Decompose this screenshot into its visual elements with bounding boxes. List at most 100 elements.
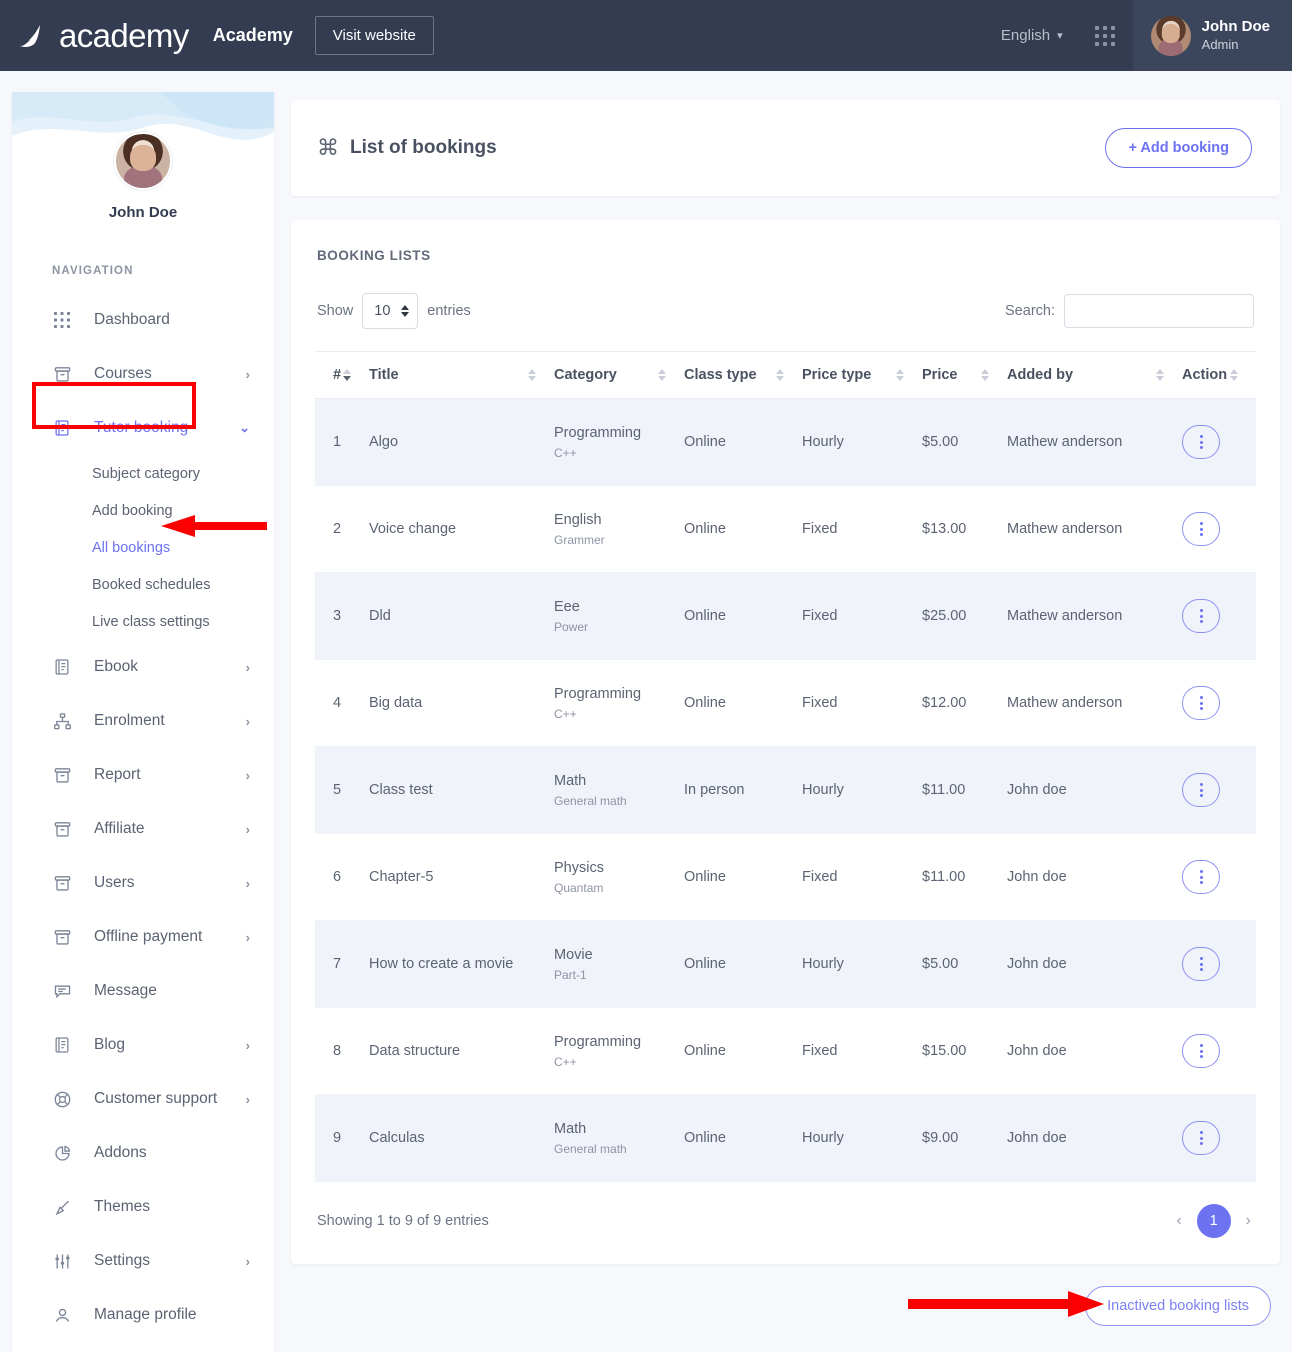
cell-added-by: John doe [1007, 1008, 1182, 1095]
sitemap-icon [52, 711, 72, 731]
row-actions-button[interactable] [1182, 512, 1220, 546]
cell-title: Voice change [369, 486, 554, 573]
sidebar-item-customer-support[interactable]: Customer support › [12, 1072, 274, 1126]
row-actions-button[interactable] [1182, 1121, 1220, 1155]
sidebar-item-label: Tutor booking [94, 419, 188, 437]
brand-logo[interactable]: academy [16, 19, 189, 53]
column-header-price-type[interactable]: Price type [802, 352, 922, 399]
sidebar-item-label: Blog [94, 1036, 125, 1054]
cell-price-type: Fixed [802, 573, 922, 660]
sidebar-item-themes[interactable]: Themes [12, 1180, 274, 1234]
sidebar-item-message[interactable]: Message [12, 964, 274, 1018]
column-header-category[interactable]: Category [554, 352, 684, 399]
apps-grid-button[interactable] [1077, 0, 1133, 71]
sidebar-item-courses[interactable]: Courses › [12, 347, 274, 401]
sidebar-item-affiliate[interactable]: Affiliate › [12, 802, 274, 856]
sidebar-item-enrolment[interactable]: Enrolment › [12, 694, 274, 748]
cell-added-by: John doe [1007, 747, 1182, 834]
pagination-next[interactable]: › [1243, 1212, 1254, 1230]
column-header-number[interactable]: # [315, 352, 369, 399]
cell-action [1182, 1008, 1256, 1095]
sidebar-item-offline-payment[interactable]: Offline payment › [12, 910, 274, 964]
sidebar-submenu-tutor-booking: Subject category Add booking All booking… [12, 455, 274, 640]
column-label: # [333, 367, 341, 383]
row-actions-button[interactable] [1182, 686, 1220, 720]
row-actions-button[interactable] [1182, 947, 1220, 981]
cell-class-type: Online [684, 834, 802, 921]
sidebar-subitem-label: All bookings [92, 540, 170, 556]
row-actions-button[interactable] [1182, 773, 1220, 807]
category-main: Math [554, 772, 684, 792]
sidebar-item-live-class-settings[interactable]: Live class settings [12, 603, 274, 640]
table-row: 9 Calculas Math General math Online Hour… [315, 1095, 1256, 1182]
cell-category: Math General math [554, 1095, 684, 1182]
column-header-title[interactable]: Title [369, 352, 554, 399]
column-header-action[interactable]: Action [1182, 352, 1256, 399]
cell-number: 9 [315, 1095, 369, 1182]
page-header-card: ⌘ List of bookings + Add booking [291, 100, 1280, 196]
pagination-page-1[interactable]: 1 [1197, 1204, 1231, 1238]
cell-price-type: Fixed [802, 660, 922, 747]
cell-action [1182, 834, 1256, 921]
row-actions-button[interactable] [1182, 599, 1220, 633]
table-row: 4 Big data Programming C++ Online Fixed … [315, 660, 1256, 747]
column-header-price[interactable]: Price [922, 352, 1007, 399]
sidebar-item-ebook[interactable]: Ebook › [12, 640, 274, 694]
sidebar-item-booked-schedules[interactable]: Booked schedules [12, 566, 274, 603]
cell-category: Movie Part-1 [554, 921, 684, 1008]
sidebar-profile-name: John Doe [109, 204, 177, 221]
sidebar-item-tutor-booking[interactable]: Tutor booking ⌄ [12, 401, 274, 455]
cell-price: $13.00 [922, 486, 1007, 573]
category-main: English [554, 511, 684, 531]
row-actions-button[interactable] [1182, 425, 1220, 459]
datatable-controls: Show 10 entries Search: [315, 293, 1256, 329]
cell-price: $5.00 [922, 921, 1007, 1008]
cell-class-type: Online [684, 1008, 802, 1095]
cell-added-by: John doe [1007, 921, 1182, 1008]
column-header-added-by[interactable]: Added by [1007, 352, 1182, 399]
sort-icon [776, 369, 802, 381]
visit-website-button[interactable]: Visit website [315, 16, 434, 55]
sidebar-item-users[interactable]: Users › [12, 856, 274, 910]
entries-label: entries [427, 303, 471, 319]
inactived-booking-lists-button[interactable]: Inactived booking lists [1085, 1286, 1271, 1326]
category-sub: Grammer [554, 533, 684, 547]
cell-added-by: Mathew anderson [1007, 486, 1182, 573]
search-input[interactable] [1064, 294, 1254, 328]
sidebar-item-subject-category[interactable]: Subject category [12, 455, 274, 492]
cell-number: 6 [315, 834, 369, 921]
cell-added-by: Mathew anderson [1007, 660, 1182, 747]
cell-number: 8 [315, 1008, 369, 1095]
sidebar-item-manage-profile[interactable]: Manage profile [12, 1288, 274, 1342]
avatar [1151, 16, 1191, 56]
add-booking-button[interactable]: + Add booking [1105, 128, 1252, 168]
sort-icon [1230, 369, 1256, 381]
sidebar-item-settings[interactable]: Settings › [12, 1234, 274, 1288]
cell-action [1182, 1095, 1256, 1182]
cell-added-by: Mathew anderson [1007, 399, 1182, 486]
cell-price-type: Fixed [802, 1008, 922, 1095]
sidebar-item-blog[interactable]: Blog › [12, 1018, 274, 1072]
pagination-previous[interactable]: ‹ [1173, 1212, 1184, 1230]
sidebar-item-all-bookings[interactable]: All bookings [12, 529, 274, 566]
cell-price: $11.00 [922, 834, 1007, 921]
row-actions-button[interactable] [1182, 860, 1220, 894]
cell-title: How to create a movie [369, 921, 554, 1008]
sidebar-item-addons[interactable]: Addons [12, 1126, 274, 1180]
row-actions-button[interactable] [1182, 1034, 1220, 1068]
cell-title: Algo [369, 399, 554, 486]
table-row: 8 Data structure Programming C++ Online … [315, 1008, 1256, 1095]
column-label: Category [554, 367, 617, 383]
column-label: Action [1182, 367, 1227, 383]
sidebar-item-add-booking[interactable]: Add booking [12, 492, 274, 529]
chevron-right-icon: › [246, 930, 250, 945]
category-sub: Part-1 [554, 968, 684, 982]
page-length-select[interactable]: 10 [362, 293, 418, 329]
language-selector[interactable]: English ▾ [987, 0, 1077, 71]
user-menu[interactable]: John Doe Admin [1133, 0, 1292, 71]
column-header-class-type[interactable]: Class type [684, 352, 802, 399]
sidebar-item-report[interactable]: Report › [12, 748, 274, 802]
sidebar-item-label: Manage profile [94, 1306, 197, 1324]
sidebar-item-dashboard[interactable]: Dashboard [12, 293, 274, 347]
user-meta: John Doe Admin [1202, 18, 1270, 53]
